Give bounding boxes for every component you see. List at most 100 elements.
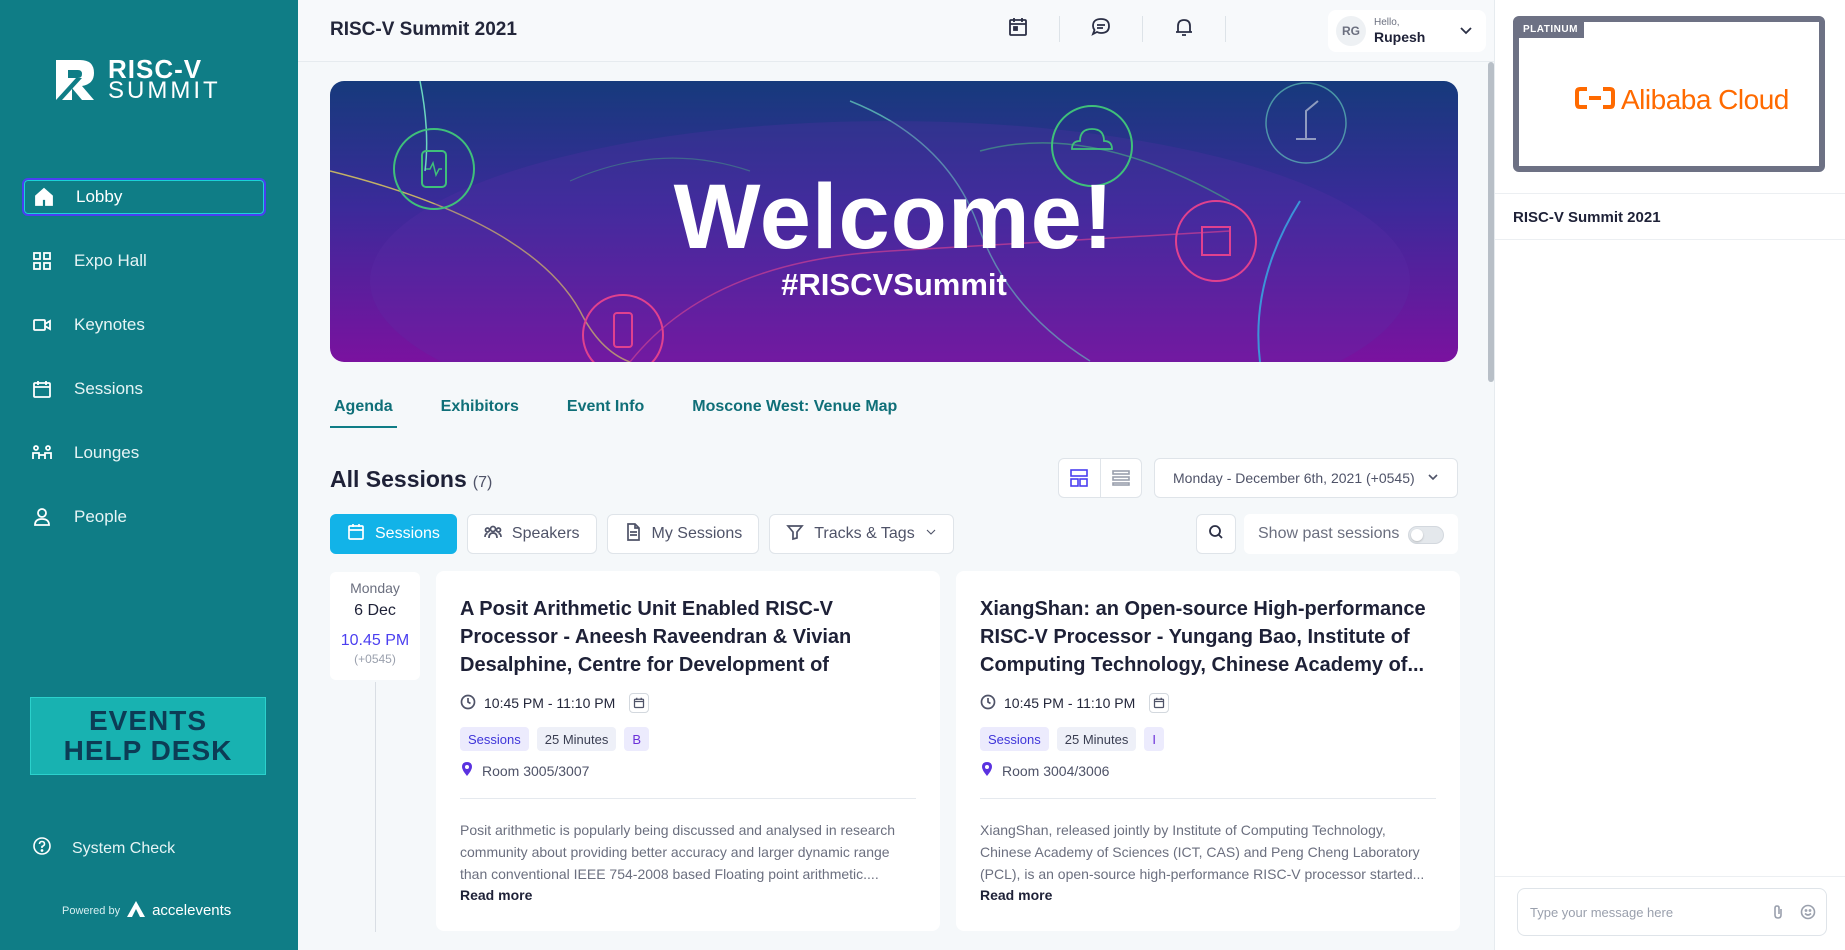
location-pin-icon xyxy=(460,761,474,780)
sidebar: RISC-V SUMMIT Lobby Expo Hall Keynotes S… xyxy=(0,0,298,950)
card-view-icon[interactable] xyxy=(1059,459,1101,497)
date-time-marker: Monday 6 Dec 10.45 PM (+0545) xyxy=(330,572,420,680)
avatar: RG xyxy=(1336,16,1366,46)
filter-label: Tracks & Tags xyxy=(814,525,915,542)
tag: Sessions xyxy=(980,727,1049,751)
nav-item-keynotes[interactable]: Keynotes xyxy=(22,306,266,344)
tag: B xyxy=(624,727,650,751)
divider xyxy=(1142,16,1143,42)
session-card[interactable]: XiangShan: an Open-source High-performan… xyxy=(956,571,1460,931)
filter-label: My Sessions xyxy=(651,525,743,542)
session-tags: Sessions 25 Minutes B xyxy=(460,727,916,751)
user-menu[interactable]: RG Hello, Rupesh xyxy=(1328,10,1486,52)
home-icon xyxy=(34,187,54,207)
divider xyxy=(980,798,1436,799)
session-room: Room 3005/3007 xyxy=(482,762,590,779)
welcome-banner: Welcome! #RISCVSummit xyxy=(330,81,1458,362)
date-select[interactable]: Monday - December 6th, 2021 (+0545) xyxy=(1154,458,1458,498)
tag: I xyxy=(1144,727,1164,751)
video-icon xyxy=(32,315,52,335)
bell-icon[interactable] xyxy=(1173,16,1195,43)
nav-label: Lounges xyxy=(74,443,140,462)
lobby-tabs: Agenda Exhibitors Event Info Moscone Wes… xyxy=(330,396,901,428)
date: 6 Dec xyxy=(354,602,396,619)
calendar-icon xyxy=(32,379,52,399)
tag: 25 Minutes xyxy=(536,727,617,751)
list-view-icon[interactable] xyxy=(1101,459,1142,497)
sessions-count: (7) xyxy=(472,474,493,491)
my-sessions-filter-button[interactable]: My Sessions xyxy=(606,514,760,554)
people-group-icon xyxy=(32,443,52,463)
search-icon xyxy=(1208,524,1224,545)
nav-item-lounges[interactable]: Lounges xyxy=(22,434,266,472)
top-bar: RISC-V Summit 2021 RG Hello, Rupesh xyxy=(298,0,1494,62)
alibaba-cloud-logo: Alibaba Cloud xyxy=(1575,84,1789,116)
risc-v-logo-icon xyxy=(54,58,98,102)
divider xyxy=(1495,193,1845,194)
read-more-link[interactable]: Read more xyxy=(980,887,1436,903)
alibaba-cloud-icon xyxy=(1575,86,1615,115)
session-description: Posit arithmetic is popularly being disc… xyxy=(460,822,896,882)
add-to-calendar-icon[interactable] xyxy=(629,693,650,713)
nav-item-people[interactable]: People xyxy=(22,498,266,536)
chat-message-input[interactable]: Type your message here xyxy=(1517,888,1827,936)
helpdesk-line1: EVENTS xyxy=(88,705,208,736)
calendar-icon xyxy=(347,523,365,546)
chevron-down-icon xyxy=(925,525,937,543)
divider xyxy=(1495,239,1845,240)
view-toggle xyxy=(1058,458,1142,498)
session-title[interactable]: XiangShan: an Open-source High-performan… xyxy=(980,595,1436,679)
sessions-filter-button[interactable]: Sessions xyxy=(330,514,457,554)
session-card[interactable]: A Posit Arithmetic Unit Enabled RISC-V P… xyxy=(436,571,940,931)
document-icon xyxy=(624,522,642,546)
clock-icon xyxy=(980,694,996,713)
powered-brand: accelevents xyxy=(152,902,232,919)
sponsor-banner[interactable]: PLATINUM Alibaba Cloud xyxy=(1513,16,1825,172)
calendar-icon[interactable] xyxy=(1007,16,1029,43)
events-help-desk-button[interactable]: EVENTS HELP DESK xyxy=(30,697,266,775)
add-to-calendar-icon[interactable] xyxy=(1149,693,1170,713)
speakers-filter-button[interactable]: Speakers xyxy=(466,514,597,554)
show-past-sessions: Show past sessions xyxy=(1244,514,1458,554)
greeting: Hello, xyxy=(1374,17,1400,28)
show-past-label: Show past sessions xyxy=(1258,525,1400,542)
nav-item-sessions[interactable]: Sessions xyxy=(22,370,266,408)
nav-item-expo-hall[interactable]: Expo Hall xyxy=(22,242,266,280)
session-title[interactable]: A Posit Arithmetic Unit Enabled RISC-V P… xyxy=(460,595,916,679)
chat-icon[interactable] xyxy=(1090,16,1112,43)
session-room-row: Room 3004/3006 xyxy=(980,761,1436,780)
tracks-tags-dropdown[interactable]: Tracks & Tags xyxy=(769,514,954,554)
nav-label: People xyxy=(74,507,127,526)
risc-v-summit-logo[interactable]: RISC-V SUMMIT xyxy=(54,56,221,103)
tab-agenda[interactable]: Agenda xyxy=(330,396,397,428)
filter-funnel-icon xyxy=(786,523,805,546)
chevron-down-icon xyxy=(1458,22,1474,43)
session-description: XiangShan, released jointly by Institute… xyxy=(980,822,1425,882)
tab-exhibitors[interactable]: Exhibitors xyxy=(437,396,523,428)
read-more-link[interactable]: Read more xyxy=(460,887,916,903)
tab-event-info[interactable]: Event Info xyxy=(563,396,648,428)
person-icon xyxy=(32,507,52,527)
timezone: (+0545) xyxy=(354,652,396,666)
attachment-icon[interactable] xyxy=(1770,904,1786,923)
clock-icon xyxy=(460,694,476,713)
system-check-label: System Check xyxy=(72,839,176,857)
chat-channel-title: RISC-V Summit 2021 xyxy=(1513,209,1661,226)
tab-venue-map[interactable]: Moscone West: Venue Map xyxy=(688,396,901,428)
weekday: Monday xyxy=(350,580,400,596)
show-past-toggle[interactable] xyxy=(1408,526,1444,544)
main-content: RISC-V Summit 2021 RG Hello, Rupesh Welc… xyxy=(298,0,1494,950)
system-check-link[interactable]: System Check xyxy=(32,836,175,861)
page-title: RISC-V Summit 2021 xyxy=(330,19,517,40)
filter-label: Speakers xyxy=(511,525,580,542)
hashtag: #RISCVSummit xyxy=(781,267,1007,302)
sponsor-name: Alibaba Cloud xyxy=(1621,84,1789,115)
nav-label: Expo Hall xyxy=(74,251,147,270)
search-button[interactable] xyxy=(1196,514,1236,554)
sessions-heading: All Sessions (7) xyxy=(330,466,492,493)
filter-label: Sessions xyxy=(375,525,440,542)
emoji-icon[interactable] xyxy=(1800,904,1816,923)
nav-item-lobby[interactable]: Lobby xyxy=(22,178,266,216)
nav-label: Sessions xyxy=(74,379,143,398)
date-select-value: Monday - December 6th, 2021 (+0545) xyxy=(1173,470,1415,486)
